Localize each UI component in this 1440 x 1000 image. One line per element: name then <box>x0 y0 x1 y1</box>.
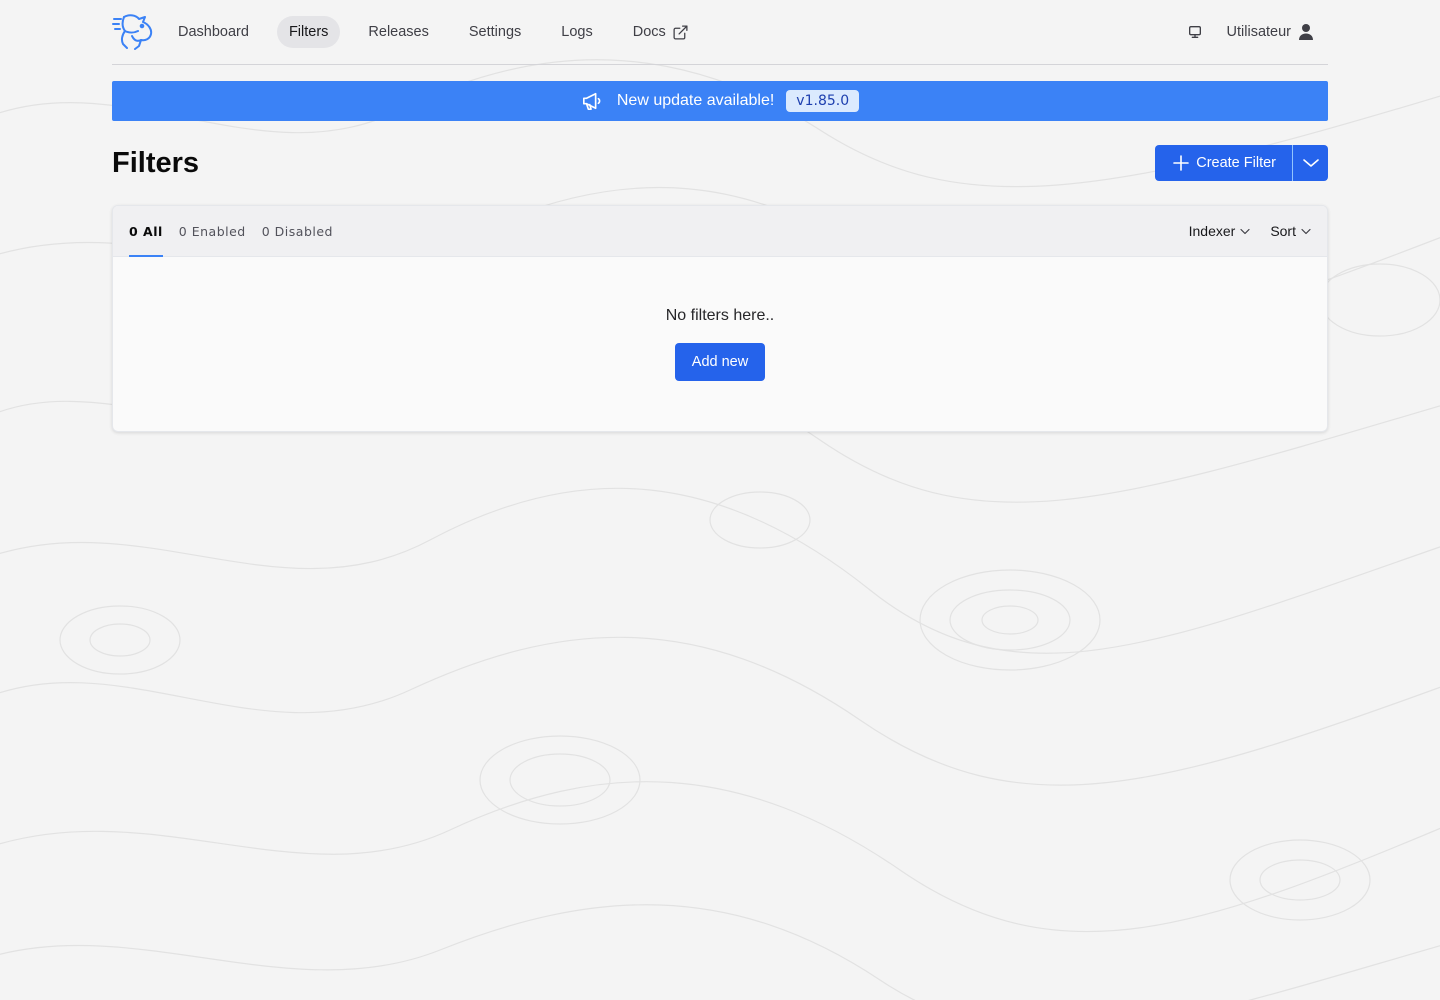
nav-item-label: Logs <box>561 24 593 40</box>
nav-item-releases[interactable]: Releases <box>356 16 440 48</box>
user-label: Utilisateur <box>1226 24 1291 40</box>
chevron-down-icon <box>1301 228 1311 235</box>
create-filter-button[interactable]: Create Filter <box>1155 145 1292 181</box>
user-icon <box>1298 23 1314 41</box>
nav-item-docs[interactable]: Docs <box>621 16 701 49</box>
page-title: Filters <box>112 146 200 179</box>
plus-icon <box>1173 155 1190 171</box>
chevron-down-icon <box>1240 228 1250 235</box>
nav-item-dashboard[interactable]: Dashboard <box>166 16 261 48</box>
indexer-dropdown-label: Indexer <box>1188 223 1236 239</box>
nav-item-label: Releases <box>368 24 429 40</box>
nav-item-label: Dashboard <box>178 24 249 40</box>
page-header: Filters Create Filter <box>112 145 1328 181</box>
chevron-down-icon <box>1302 158 1319 168</box>
monitor-icon[interactable] <box>1187 24 1203 40</box>
nav-items: Dashboard Filters Releases Settings Logs… <box>166 16 717 49</box>
sort-dropdown-label: Sort <box>1270 223 1296 239</box>
tab-enabled[interactable]: 0 Enabled <box>179 206 246 257</box>
sort-dropdown[interactable]: Sort <box>1270 223 1311 239</box>
version-badge: v1.85.0 <box>786 90 860 112</box>
nav-right: Utilisateur <box>1187 0 1314 64</box>
tab-label: 0 All <box>129 223 163 239</box>
tab-label: 0 Disabled <box>261 223 333 239</box>
rabbit-logo-icon[interactable] <box>112 12 154 52</box>
create-filter-dropdown-button[interactable] <box>1292 145 1328 181</box>
nav-item-settings[interactable]: Settings <box>457 16 533 48</box>
nav-item-filters[interactable]: Filters <box>276 16 341 48</box>
app-container: Dashboard Filters Releases Settings Logs… <box>112 0 1328 432</box>
user-menu[interactable]: Utilisateur <box>1227 23 1314 41</box>
tab-disabled[interactable]: 0 Disabled <box>262 206 333 257</box>
empty-state: No filters here.. Add new <box>113 257 1327 431</box>
tab-all[interactable]: 0 All <box>129 206 163 257</box>
tab-label: 0 Enabled <box>178 223 246 239</box>
update-banner[interactable]: New update available! v1.85.0 <box>112 81 1328 121</box>
nav-item-logs[interactable]: Logs <box>549 16 604 48</box>
create-filter-group: Create Filter <box>1155 145 1328 181</box>
megaphone-icon <box>581 91 603 111</box>
empty-state-text: No filters here.. <box>665 307 775 324</box>
nav-item-label: Docs <box>632 24 666 40</box>
add-new-button[interactable]: Add new <box>674 343 766 381</box>
top-nav: Dashboard Filters Releases Settings Logs… <box>112 0 1328 65</box>
update-banner-text: New update available! <box>616 92 775 109</box>
filters-card: 0 All 0 Enabled 0 Disabled Indexer Sort <box>112 205 1328 432</box>
create-filter-label: Create Filter <box>1196 155 1276 171</box>
filter-tabs: 0 All 0 Enabled 0 Disabled <box>129 206 349 257</box>
list-controls: Indexer Sort <box>1169 223 1311 239</box>
external-link-icon <box>672 24 689 41</box>
indexer-dropdown[interactable]: Indexer <box>1189 223 1251 239</box>
nav-item-label: Filters <box>288 24 329 40</box>
nav-item-label: Settings <box>468 24 522 40</box>
filters-card-header: 0 All 0 Enabled 0 Disabled Indexer Sort <box>113 206 1327 257</box>
